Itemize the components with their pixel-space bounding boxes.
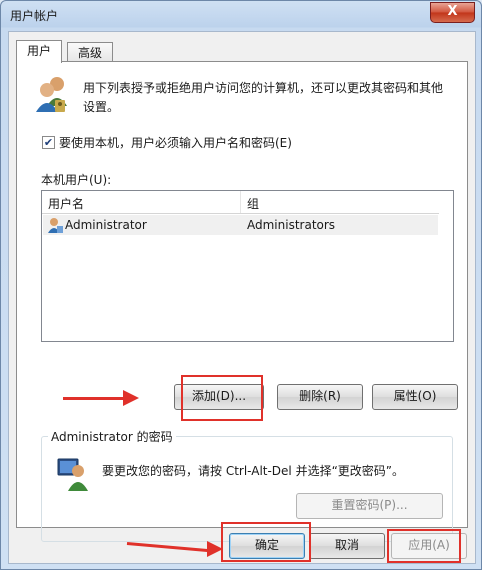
- tab-users[interactable]: 用户: [16, 40, 63, 63]
- title-bar[interactable]: 用户帐户 X: [1, 1, 481, 29]
- remove-user-button[interactable]: 删除(R): [277, 384, 363, 410]
- row-username: Administrator: [65, 218, 147, 232]
- window-title: 用户帐户: [10, 9, 59, 23]
- annotation-arrow-head: [123, 390, 139, 406]
- annotation-arrow-shaft: [63, 397, 125, 400]
- users-listview[interactable]: 用户名 组 Administrator Administrators: [41, 190, 454, 342]
- require-login-label[interactable]: 要使用本机，用户必须输入用户名和密码(E): [59, 134, 292, 151]
- local-users-label: 本机用户(U):: [41, 173, 112, 187]
- intro-text-line-2: 设置。: [83, 100, 120, 114]
- reset-password-button[interactable]: 重置密码(P)...: [296, 493, 443, 519]
- tab-advanced[interactable]: 高级: [67, 42, 114, 63]
- listview-header: 用户名 组: [42, 191, 439, 214]
- annotation-box-apply: [387, 529, 461, 563]
- users-icon: [36, 77, 67, 112]
- cancel-button[interactable]: 取消: [309, 533, 385, 559]
- intro-text-line-1: 用下列表授予或拒绝用户访问您的计算机，还可以更改其密码和其他: [83, 81, 444, 95]
- annotation-arrow-shaft-ok: [126, 542, 209, 553]
- dialog-client-area: 用户 高级 用下列表授予或拒绝用户访问您的计算机，还可以更改其密码和其他 设置。…: [8, 31, 476, 564]
- row-group: Administrators: [247, 218, 336, 232]
- table-row[interactable]: Administrator Administrators: [43, 215, 438, 235]
- properties-button[interactable]: 属性(O): [372, 384, 458, 410]
- password-instruction-text: 要更改您的密码，请按 Ctrl-Alt-Del 并选择“更改密码”。: [102, 464, 405, 478]
- annotation-box-add: [181, 375, 263, 421]
- column-header-username[interactable]: 用户名: [48, 195, 84, 212]
- annotation-box-ok: [221, 522, 311, 562]
- user-accounts-window: 用户帐户 X 用户 高级 用下列表授予或拒绝用户访问您的计算机，还可以更改其密码…: [0, 0, 482, 570]
- password-group-title: Administrator 的密码: [48, 428, 176, 445]
- column-header-group[interactable]: 组: [247, 195, 259, 212]
- users-tab-panel: 用下列表授予或拒绝用户访问您的计算机，还可以更改其密码和其他 设置。 ✔ 要使用…: [16, 61, 468, 542]
- close-button[interactable]: X: [430, 2, 475, 23]
- user-icon: [48, 218, 63, 233]
- require-login-checkbox[interactable]: ✔: [42, 136, 55, 149]
- user-password-icon: [57, 458, 88, 491]
- column-separator[interactable]: [240, 191, 241, 213]
